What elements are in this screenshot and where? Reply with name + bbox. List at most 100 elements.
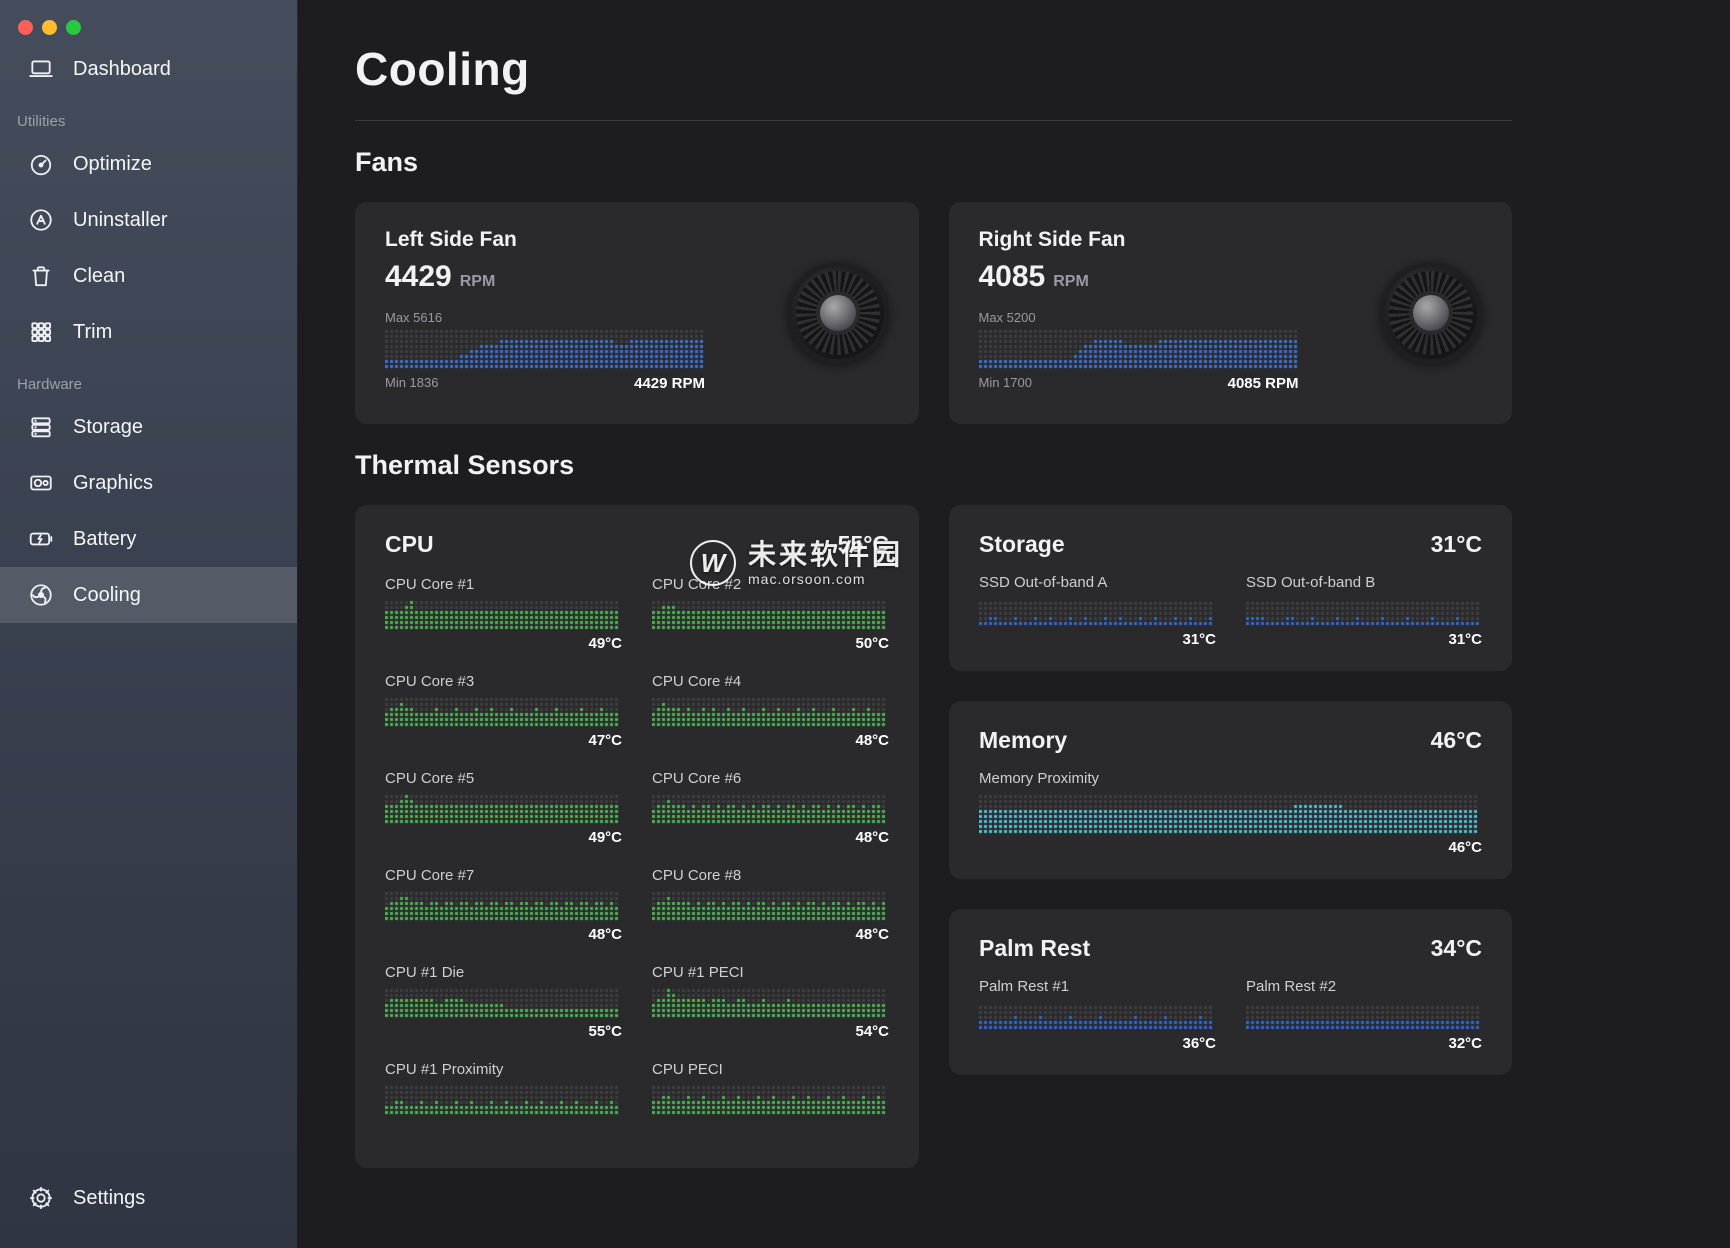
- sensor-palmrest-1: Palm Rest #1 36°C: [979, 978, 1216, 1053]
- sidebar-item-label: Optimize: [73, 153, 152, 176]
- sensor-label: CPU Core #6: [652, 770, 889, 787]
- sensor-cpu-core-1: CPU Core #1 49°C: [385, 576, 622, 653]
- storage-sensors-card: Storage 31°C SSD Out-of-band A 31°C SSD …: [949, 505, 1512, 671]
- fan-rpm-value: 4085: [979, 260, 1046, 294]
- card-title: CPU: [385, 531, 434, 558]
- sensor-chart: [979, 1002, 1216, 1030]
- card-title: Memory: [979, 727, 1067, 754]
- sidebar-item-label: Settings: [73, 1187, 145, 1210]
- sensor-temp: 48°C: [652, 829, 889, 847]
- uninstaller-icon: [26, 205, 56, 235]
- fan-illustration: [1380, 262, 1482, 364]
- sidebar-section-utilities: Utilities: [0, 97, 297, 136]
- sidebar-item-label: Clean: [73, 265, 125, 288]
- sensor-chart: [385, 697, 622, 727]
- fans-row: Left Side Fan 4429 RPM Max 5616 Min 1836…: [355, 202, 1512, 424]
- fan-current-rpm: 4085 RPM: [1228, 375, 1299, 392]
- sensor-label: CPU Core #5: [385, 770, 622, 787]
- window-controls: [0, 0, 297, 41]
- battery-icon: [26, 524, 56, 554]
- fans-heading: Fans: [355, 147, 1512, 178]
- sidebar-item-battery[interactable]: Battery: [0, 511, 297, 567]
- sensor-temp: 36°C: [979, 1035, 1216, 1053]
- sensor-temp: 48°C: [652, 732, 889, 750]
- sensor-cpu-core-2: CPU Core #2 50°C: [652, 576, 889, 653]
- sensor-cpu-peci-1: CPU #1 PECI 54°C: [652, 964, 889, 1041]
- sensor-chart: [979, 794, 1482, 834]
- fan-current-rpm: 4429 RPM: [634, 375, 705, 392]
- sensor-label: Memory Proximity: [979, 770, 1482, 787]
- sensor-label: CPU PECI: [652, 1061, 889, 1078]
- sensor-temp: 48°C: [385, 926, 622, 944]
- close-button[interactable]: [18, 20, 33, 35]
- fan-card-left: Left Side Fan 4429 RPM Max 5616 Min 1836…: [355, 202, 919, 424]
- sidebar-item-label: Trim: [73, 321, 112, 344]
- sensor-temp: 31°C: [1246, 631, 1482, 649]
- card-temp: 46°C: [1431, 727, 1482, 754]
- sensor-temp: [652, 1120, 889, 1138]
- sidebar-item-uninstaller[interactable]: Uninstaller: [0, 192, 297, 248]
- sensor-label: CPU Core #2: [652, 576, 889, 593]
- card-title: Palm Rest: [979, 935, 1090, 962]
- sensor-label: CPU Core #1: [385, 576, 622, 593]
- fan-history-chart: [979, 329, 1299, 369]
- sensor-palmrest-2: Palm Rest #2 32°C: [1246, 978, 1482, 1053]
- sensor-temp: 50°C: [652, 635, 889, 653]
- sensor-temp: 49°C: [385, 829, 622, 847]
- sensor-label: CPU Core #4: [652, 673, 889, 690]
- fan-min-label: Min 1836: [385, 375, 438, 392]
- memory-sensors-card: Memory 46°C Memory Proximity 46°C: [949, 701, 1512, 879]
- title-divider: [355, 120, 1512, 121]
- trash-icon: [26, 261, 56, 291]
- card-temp: 34°C: [1431, 935, 1482, 962]
- sensor-chart: [385, 600, 622, 630]
- sidebar-item-dashboard[interactable]: Dashboard: [0, 41, 297, 97]
- zoom-button[interactable]: [66, 20, 81, 35]
- sidebar-item-optimize[interactable]: Optimize: [0, 136, 297, 192]
- fan-max-label: Max 5200: [979, 310, 1299, 325]
- sensor-ssd-a: SSD Out-of-band A 31°C: [979, 574, 1216, 649]
- gear-icon: [26, 1183, 56, 1213]
- sensor-chart: [652, 697, 889, 727]
- sidebar-item-cooling[interactable]: Cooling: [0, 567, 297, 623]
- sidebar-item-label: Cooling: [73, 584, 141, 607]
- sensor-label: CPU Core #8: [652, 867, 889, 884]
- sensor-chart: [385, 794, 622, 824]
- sensor-temp: 31°C: [979, 631, 1216, 649]
- sidebar-item-trim[interactable]: Trim: [0, 304, 297, 360]
- fan-name: Left Side Fan: [385, 228, 705, 252]
- sensor-label: CPU Core #7: [385, 867, 622, 884]
- sensor-cpu-core-6: CPU Core #6 48°C: [652, 770, 889, 847]
- gpu-icon: [26, 468, 56, 498]
- sensor-chart: [1246, 1002, 1482, 1030]
- sensor-cpu-core-4: CPU Core #4 48°C: [652, 673, 889, 750]
- sensor-chart: [385, 891, 622, 921]
- cpu-sensors-card: CPU 55°C CPU Core #1 49°C CPU Core #2 50…: [355, 505, 919, 1168]
- sensor-label: CPU Core #3: [385, 673, 622, 690]
- minimize-button[interactable]: [42, 20, 57, 35]
- sensor-temp: 32°C: [1246, 1035, 1482, 1053]
- sensor-label: CPU #1 Die: [385, 964, 622, 981]
- fan-min-label: Min 1700: [979, 375, 1032, 392]
- sidebar-item-settings[interactable]: Settings: [0, 1170, 297, 1226]
- thermal-heading: Thermal Sensors: [355, 450, 1512, 481]
- sensor-cpu-core-8: CPU Core #8 48°C: [652, 867, 889, 944]
- sensor-temp: 55°C: [385, 1023, 622, 1041]
- fan-icon: [26, 580, 56, 610]
- sidebar-item-label: Uninstaller: [73, 209, 167, 232]
- fan-rpm-unit: RPM: [460, 273, 496, 291]
- sidebar-item-clean[interactable]: Clean: [0, 248, 297, 304]
- sensor-temp: 54°C: [652, 1023, 889, 1041]
- sidebar-item-label: Storage: [73, 416, 143, 439]
- sensor-ssd-b: SSD Out-of-band B 31°C: [1246, 574, 1482, 649]
- card-temp: 55°C: [838, 531, 889, 558]
- main-content: Cooling Fans Left Side Fan 4429 RPM Max …: [298, 0, 1730, 1248]
- sensor-label: SSD Out-of-band B: [1246, 574, 1482, 591]
- sidebar-item-storage[interactable]: Storage: [0, 399, 297, 455]
- gauge-icon: [26, 149, 56, 179]
- storage-icon: [26, 412, 56, 442]
- sensor-chart: [385, 988, 622, 1018]
- sidebar-item-graphics[interactable]: Graphics: [0, 455, 297, 511]
- sensor-label: SSD Out-of-band A: [979, 574, 1216, 591]
- sensor-chart: [652, 1085, 889, 1115]
